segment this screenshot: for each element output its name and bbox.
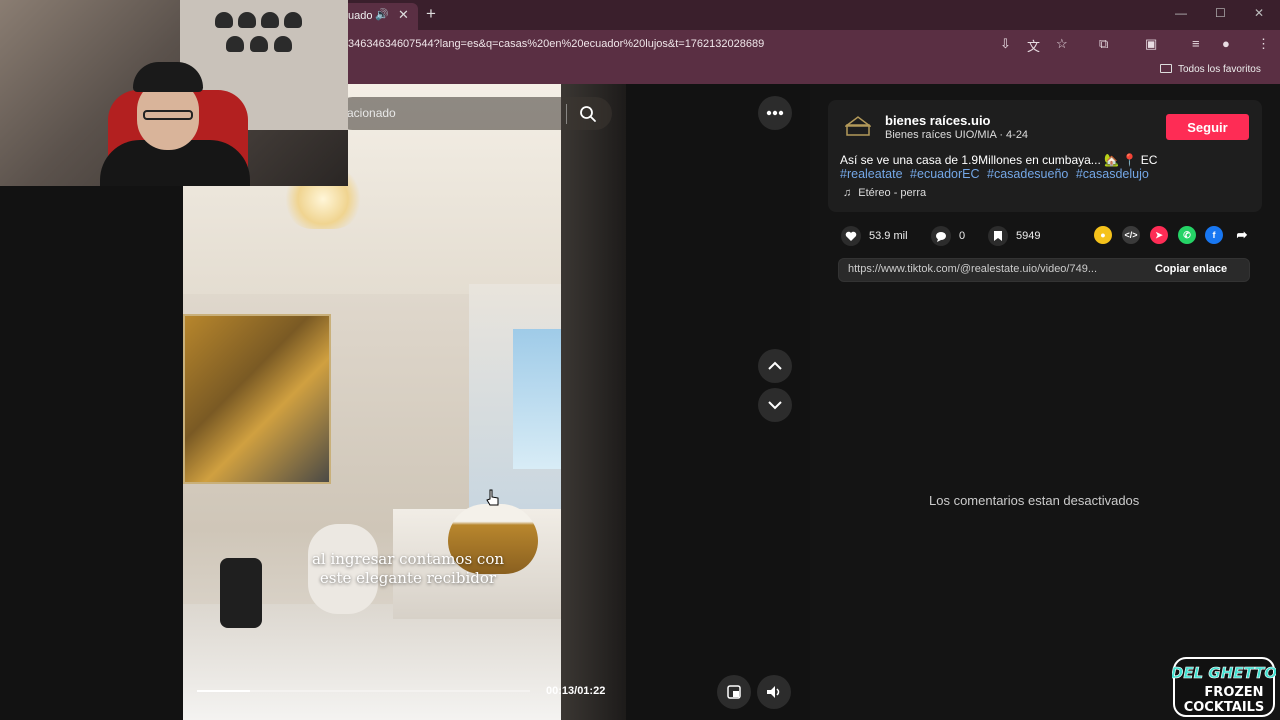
more-icon — [766, 110, 784, 116]
video-window — [513, 329, 568, 469]
follow-button[interactable]: Seguir — [1166, 114, 1249, 140]
hashtag[interactable]: #casadesueño — [987, 167, 1068, 181]
bookmark-icon[interactable] — [988, 226, 1008, 246]
hashtag-list: #realeatate #ecuadorEC #casadesueño #cas… — [840, 167, 1153, 181]
next-video-button[interactable] — [758, 388, 792, 422]
minimize-icon[interactable]: — — [1175, 6, 1187, 20]
speaker-icon[interactable]: 🔊 — [375, 8, 389, 21]
heart-icon[interactable] — [841, 226, 861, 246]
tab-close-icon[interactable]: ✕ — [398, 7, 409, 23]
webcam-person-glasses — [143, 110, 193, 120]
account-subtitle: Bienes raíces UIO/MIA · 4-24 — [885, 129, 1029, 141]
save-stat[interactable]: 5949 — [988, 226, 1040, 246]
all-bookmarks[interactable]: Todos los favoritos — [1160, 64, 1261, 75]
logo-line3: COCKTAILS — [1184, 700, 1265, 715]
volume-button[interactable] — [757, 675, 791, 709]
hashtag[interactable]: #ecuadorEC — [910, 167, 980, 181]
logo-line1: DEL GHETTO — [1172, 664, 1276, 682]
save-count: 5949 — [1016, 230, 1041, 242]
new-tab-button[interactable]: + — [426, 4, 436, 24]
install-icon[interactable]: ⇩ — [1000, 36, 1011, 52]
translate-icon[interactable]: 文 — [1027, 36, 1040, 55]
profile-icon[interactable]: ● — [1222, 36, 1230, 51]
video-door-edge — [561, 84, 626, 720]
webcam-cap — [238, 12, 256, 28]
chevron-up-icon — [768, 361, 782, 370]
music-track[interactable]: ♫ Etéreo - perra — [843, 187, 926, 199]
more-options-button[interactable] — [758, 96, 792, 130]
comment-stat[interactable]: 0 — [931, 226, 965, 246]
video-bin — [220, 558, 262, 628]
comment-icon[interactable] — [931, 226, 951, 246]
account-name[interactable]: bienes raíces.uio — [885, 113, 991, 128]
url-field[interactable]: 34634634607544?lang=es&q=casas%20en%20ec… — [348, 38, 764, 50]
maximize-icon[interactable]: ☐ — [1215, 6, 1226, 20]
webcam-cap — [250, 36, 268, 52]
account-avatar[interactable] — [845, 115, 871, 137]
logo-line2: FROZEN — [1204, 685, 1263, 700]
webcam-person-hat — [133, 62, 203, 92]
picture-in-picture-button[interactable] — [717, 675, 751, 709]
search-input[interactable]: acionado — [347, 106, 396, 120]
webcam-cap — [261, 12, 279, 28]
hashtag[interactable]: #casasdelujo — [1076, 167, 1149, 181]
tab-title: uado — [348, 10, 373, 22]
facebook-icon[interactable]: f — [1205, 226, 1223, 244]
chevron-down-icon — [768, 401, 782, 410]
bookmarks-label: Todos los favoritos — [1178, 64, 1261, 75]
webcam-cap — [226, 36, 244, 52]
embed-icon[interactable]: </> — [1122, 226, 1140, 244]
menu-icon[interactable]: ⋮ — [1257, 36, 1270, 52]
bookmark-star-icon[interactable]: ☆ — [1056, 36, 1068, 52]
search-icon[interactable] — [578, 104, 598, 124]
music-note-icon: ♫ — [843, 187, 852, 199]
comment-count: 0 — [959, 230, 966, 242]
comments-disabled-message: Los comentarios estan desactivados — [929, 493, 1140, 508]
hand-cursor-icon — [486, 489, 499, 506]
media-icon[interactable]: ▣ — [1145, 36, 1157, 52]
webcam-cap — [274, 36, 292, 52]
browser-tab[interactable]: uado 🔊 ✕ — [340, 3, 418, 30]
hashtag[interactable]: #realeatate — [840, 167, 903, 181]
share-link-url[interactable]: https://www.tiktok.com/@realestate.uio/v… — [848, 263, 1097, 275]
webcam-overlay — [0, 0, 348, 186]
webcam-cap — [215, 12, 233, 28]
share-arrow-icon[interactable]: ➦ — [1233, 226, 1251, 244]
playlist-icon[interactable]: ≡ — [1192, 36, 1200, 51]
folder-icon — [1160, 64, 1172, 73]
search-divider — [566, 104, 567, 124]
whatsapp-icon[interactable]: ✆ — [1178, 226, 1196, 244]
pip-icon — [727, 685, 741, 699]
close-window-icon[interactable]: ✕ — [1254, 6, 1264, 20]
coin-share-icon[interactable]: ● — [1094, 226, 1112, 244]
previous-video-button[interactable] — [758, 349, 792, 383]
progress-fill — [197, 690, 251, 692]
video-painting — [183, 314, 331, 484]
music-title: Etéreo - perra — [858, 187, 927, 199]
brand-logo: DEL GHETTO FROZEN COCKTAILS — [1172, 657, 1276, 717]
like-count: 53.9 mil — [869, 230, 908, 242]
copy-link-button[interactable]: Copiar enlace — [1155, 263, 1227, 275]
webcam-cap — [284, 12, 302, 28]
send-icon[interactable]: ➤ — [1150, 226, 1168, 244]
extensions-icon[interactable]: ⧉ — [1099, 36, 1108, 52]
video-caption: al ingresar contamos con este elegante r… — [311, 550, 505, 587]
like-stat[interactable]: 53.9 mil — [841, 226, 908, 246]
volume-icon — [767, 686, 780, 698]
post-description: Así se ve una casa de 1.9Millones en cum… — [840, 153, 1158, 167]
video-time: 00:13/01:22 — [546, 685, 606, 697]
